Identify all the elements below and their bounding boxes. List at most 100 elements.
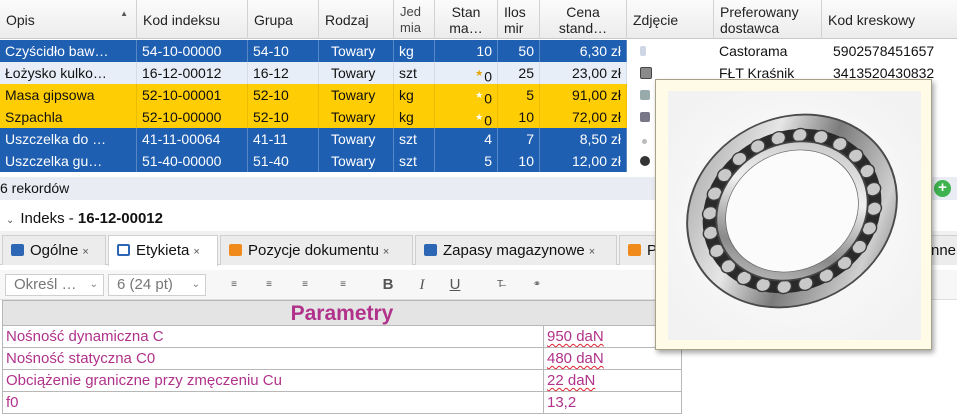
cell-opis: Uszczelka do … xyxy=(0,128,137,150)
col-header-zdjecie[interactable]: Zdjęcie xyxy=(627,0,714,39)
add-record-button[interactable]: + xyxy=(934,180,951,197)
cell-stan: ★0 xyxy=(435,106,498,128)
param-name: Nośność dynamiczna C xyxy=(2,325,544,348)
param-value-text: 480 daN xyxy=(547,350,604,367)
cell-cena: 8,50 zł xyxy=(540,128,627,150)
table-row[interactable]: Czyścidło baw… 54-10-00000 54-10 Towary … xyxy=(0,40,957,62)
cell-jm: kg xyxy=(394,40,435,62)
align-left-icon[interactable]: ≡ xyxy=(224,275,244,295)
stan-value: 0 xyxy=(484,68,492,84)
cell-grupa: 16-12 xyxy=(248,62,319,84)
tab-label: Etykieta xyxy=(136,242,190,259)
col-header-opis[interactable]: Opis ▲ xyxy=(0,0,137,39)
stan-value: 0 xyxy=(484,112,492,128)
photo-thumbnail-icon[interactable] xyxy=(640,90,650,100)
cell-opis: Czyścidło baw… xyxy=(0,40,137,62)
photo-thumbnail-icon[interactable] xyxy=(640,156,650,166)
col-label: Rodzaj xyxy=(325,11,369,28)
font-family-select[interactable]: Określ … ⌄ xyxy=(5,274,104,296)
col-header-jednostka[interactable]: Jed mia xyxy=(394,0,435,39)
bold-icon[interactable]: B xyxy=(378,275,398,295)
parametry-title: Parametry xyxy=(2,300,682,326)
cell-stan: 10 xyxy=(435,40,498,62)
param-row: f0 13,2 xyxy=(2,391,682,414)
ball-bearing-image xyxy=(668,91,921,340)
italic-icon[interactable]: I xyxy=(412,275,432,295)
cell-rodzaj: Towary xyxy=(319,106,394,128)
col-header-kod-kreskowy[interactable]: Kod kreskowy xyxy=(822,0,957,39)
col-label: Opis xyxy=(6,11,35,28)
cell-cena: 6,30 zł xyxy=(540,40,627,62)
cell-jm: szt xyxy=(394,128,435,150)
tab-zapasy-magazynowe[interactable]: Zapasy magazynowe × xyxy=(415,235,617,265)
cell-stan: ★0 xyxy=(435,62,498,84)
image-preview-tooltip xyxy=(655,79,932,350)
underline-icon[interactable]: U xyxy=(445,275,465,295)
close-icon[interactable]: × xyxy=(82,246,88,258)
photo-thumbnail-icon[interactable] xyxy=(640,46,646,56)
col-header-stan[interactable]: Stan ma… xyxy=(435,0,498,39)
param-row: Obciążenie graniczne przy zmęczeniu Cu 2… xyxy=(2,369,682,392)
index-label: Indeks - xyxy=(20,210,78,227)
cell-stan: 4 xyxy=(435,128,498,150)
photo-thumbnail-icon[interactable] xyxy=(642,139,647,144)
col-header-ilosc-min[interactable]: Ilos mir xyxy=(498,0,540,39)
tab-label: nne xyxy=(931,242,957,259)
font-size-select[interactable]: 6 (24 pt) ⌄ xyxy=(108,274,206,296)
warning-star-icon: ★ xyxy=(475,112,484,122)
col-header-rodzaj[interactable]: Rodzaj xyxy=(319,0,394,39)
cell-grupa: 51-40 xyxy=(248,150,319,172)
font-family-value: Określ … xyxy=(14,276,77,293)
cell-opis: Łożysko kulko… xyxy=(0,62,137,84)
cell-kod: 52-10-00000 xyxy=(137,106,248,128)
grid-header: Opis ▲ Kod indeksu Grupa Rodzaj Jed mia S… xyxy=(0,0,957,39)
close-icon[interactable]: × xyxy=(383,246,389,258)
close-icon[interactable]: × xyxy=(193,246,199,258)
tab-pozycje-dokumentu[interactable]: Pozycje dokumentu × xyxy=(220,235,413,265)
cell-kod: 41-11-00064 xyxy=(137,128,248,150)
cell-kod: 54-10-00000 xyxy=(137,40,248,62)
collapse-chevron-icon[interactable]: ⌄ xyxy=(6,215,14,226)
link-icon[interactable]: ⚭ xyxy=(527,275,547,295)
param-value-text: 22 daN xyxy=(547,372,596,389)
cell-ilosc: 7 xyxy=(498,128,540,150)
col-label: Kod indeksu xyxy=(143,11,221,28)
index-code: 16-12-00012 xyxy=(77,210,163,227)
align-right-icon[interactable]: ≡ xyxy=(295,275,315,295)
cell-zdjecie xyxy=(627,40,714,62)
cell-opis: Uszczelka gu… xyxy=(0,150,137,172)
param-value-text: 950 daN xyxy=(547,328,604,345)
photo-thumbnail-icon[interactable] xyxy=(640,112,650,122)
cell-opis: Szpachla xyxy=(0,106,137,128)
tab-ogolne[interactable]: Ogólne × xyxy=(2,235,106,265)
param-value: 13,2 xyxy=(543,391,682,414)
record-count: 6 rekordów xyxy=(0,180,70,196)
tab-etykieta[interactable]: Etykieta × xyxy=(108,235,218,266)
col-header-grupa[interactable]: Grupa xyxy=(248,0,319,39)
parametry-table: Parametry Nośność dynamiczna C 950 daN N… xyxy=(2,300,682,414)
align-center-icon[interactable]: ≡ xyxy=(259,275,279,295)
align-justify-icon[interactable]: ≡ xyxy=(333,275,353,295)
cell-opis: Masa gipsowa xyxy=(0,84,137,106)
bearing-thumbnail-icon[interactable] xyxy=(640,67,652,79)
cell-ilosc: 10 xyxy=(498,106,540,128)
warehouse-icon xyxy=(424,244,437,256)
col-header-kod[interactable]: Kod indeksu xyxy=(137,0,248,39)
cell-kod: 16-12-00012 xyxy=(137,62,248,84)
col-label: Zdjęcie xyxy=(633,11,679,28)
col-label: Grupa xyxy=(254,11,293,28)
col-header-dostawca[interactable]: Preferowany dostawca xyxy=(714,0,822,39)
param-name: f0 xyxy=(2,391,544,414)
param-row: Nośność dynamiczna C 950 daN xyxy=(2,325,682,348)
param-name: Obciążenie graniczne przy zmęczeniu Cu xyxy=(2,369,544,392)
col-header-cena[interactable]: Cena stand… xyxy=(540,0,627,39)
close-icon[interactable]: × xyxy=(589,246,595,258)
cell-jm: kg xyxy=(394,106,435,128)
clear-format-icon[interactable]: T̶ xyxy=(490,275,510,295)
cell-grupa: 54-10 xyxy=(248,40,319,62)
general-icon xyxy=(11,244,24,256)
tab-next[interactable]: P xyxy=(619,235,659,265)
cell-cena: 91,00 zł xyxy=(540,84,627,106)
cell-rodzaj: Towary xyxy=(319,128,394,150)
stan-value: 0 xyxy=(484,90,492,106)
